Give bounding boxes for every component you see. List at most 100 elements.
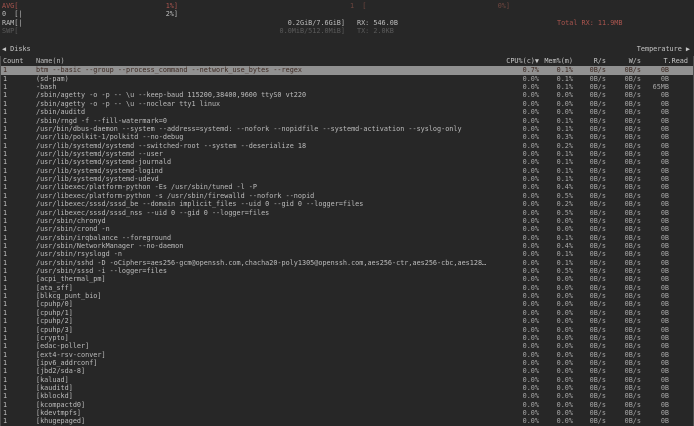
cell-rps: 0B/s [573,351,606,359]
cell-count: 1 [1,175,36,183]
process-row[interactable]: 1/usr/bin/dbus-daemon --system --address… [1,125,693,133]
process-row[interactable]: 1[ipv6_addrconf]0.0%0.0%0B/s0B/s0B [1,359,693,367]
cell-count: 1 [1,125,36,133]
process-row[interactable]: 1[cpuhp/2]0.0%0.0%0B/s0B/s0B [1,317,693,325]
cell-wps: 0B/s [606,317,641,325]
process-name: /usr/lib/systemd/systemd --user [36,150,489,158]
header-count[interactable]: Count [1,56,36,66]
cpu-core0-label: 0 [ [2,10,18,18]
process-row[interactable]: 1-bash0.0%0.1%0B/s0B/s65MB [1,83,693,91]
process-row[interactable]: 1[acpi_thermal_pm]0.0%0.0%0B/s0B/s0B [1,275,693,283]
process-name: /usr/lib/systemd/systemd-journald [36,158,489,166]
process-row[interactable]: 1/sbin/agetty -o -p -- \u --keep-baud 11… [1,91,693,99]
cell-cpu: 0.0% [489,392,539,400]
process-row[interactable]: 1/usr/sbin/sshd -D -oCiphers=aes256-gcm@… [1,259,693,267]
process-row[interactable]: 1[kblockd]0.0%0.0%0B/s0B/s0B [1,392,693,400]
process-row[interactable]: 1(sd-pam)0.0%0.1%0B/s0B/s0B [1,75,693,83]
header-cpu[interactable]: CPU%(c)▼ [489,56,539,66]
process-name: [kblockd] [36,392,489,400]
header-wps[interactable]: W/s [606,56,641,66]
cell-cpu: 0.0% [489,192,539,200]
cell-mem: 0.5% [539,192,573,200]
cell-wps: 0B/s [606,150,641,158]
cpu-avg-bar [18,2,165,10]
cell-rps: 0B/s [573,359,606,367]
process-row[interactable]: 1[ata_sff]0.0%0.0%0B/s0B/s0B [1,284,693,292]
cell-tread: 0B [641,217,669,225]
cell-tread: 0B [641,267,669,275]
nav-temperature[interactable]: Temperature ▶ [637,45,690,54]
process-row[interactable]: 1[khugepaged]0.0%0.0%0B/s0B/s0B [1,417,693,425]
header-mem[interactable]: Mem%(m) [539,56,573,66]
process-row[interactable]: 1/usr/libexec/sssd/sssd_nss --uid 0 --gi… [1,209,693,217]
process-row[interactable]: 1btm --basic --group --process_command -… [1,66,693,74]
cell-cpu: 0.0% [489,217,539,225]
process-row[interactable]: 1/usr/libexec/sssd/sssd_be --domain impl… [1,200,693,208]
cell-cpu: 0.0% [489,75,539,83]
cpu-core1-gauge: 1 [0%] [350,2,510,10]
header-rps[interactable]: R/s [573,56,606,66]
process-row[interactable]: 1[cpuhp/1]0.0%0.0%0B/s0B/s0B [1,309,693,317]
cell-rps: 0B/s [573,334,606,342]
process-row[interactable]: 1/usr/lib/systemd/systemd-journald0.0%0.… [1,158,693,166]
cell-rps: 0B/s [573,401,606,409]
process-row[interactable]: 1[edac-poller]0.0%0.0%0B/s0B/s0B [1,342,693,350]
cell-mem: 0.4% [539,242,573,250]
process-row[interactable]: 1/usr/sbin/crond -n0.0%0.0%0B/s0B/s0B [1,225,693,233]
process-row[interactable]: 1[kauditd]0.0%0.0%0B/s0B/s0B [1,384,693,392]
nav-disks[interactable]: ◀ Disks [2,45,31,54]
process-row[interactable]: 1/usr/sbin/sssd -i --logger=files0.0%0.5… [1,267,693,275]
cell-count: 1 [1,334,36,342]
process-row[interactable]: 1[jbd2/sda-8]0.0%0.0%0B/s0B/s0B [1,367,693,375]
process-row[interactable]: 1/usr/lib/systemd/systemd-logind0.0%0.1%… [1,167,693,175]
cell-mem: 0.0% [539,351,573,359]
process-row[interactable]: 1/usr/lib/systemd/systemd-udevd0.0%0.1%0… [1,175,693,183]
cell-tread: 0B [641,250,669,258]
process-name: /usr/sbin/rsyslogd -n [36,250,489,258]
process-name: /usr/sbin/NetworkManager --no-daemon [36,242,489,250]
cell-count: 1 [1,326,36,334]
cell-wps: 0B/s [606,91,641,99]
cell-cpu: 0.0% [489,242,539,250]
process-row[interactable]: 1/usr/sbin/NetworkManager --no-daemon0.0… [1,242,693,250]
cell-tread: 0B [641,133,669,141]
process-row[interactable]: 1[cpuhp/0]0.0%0.0%0B/s0B/s0B [1,300,693,308]
cell-cpu: 0.0% [489,334,539,342]
process-row[interactable]: 1/usr/lib/polkit-1/polkitd --no-debug0.0… [1,133,693,141]
cell-rps: 0B/s [573,250,606,258]
process-table: CountName(n)CPU%(c)▼Mem%(m)R/sW/sT.Read … [0,56,694,426]
process-row[interactable]: 1/usr/sbin/chronyd0.0%0.0%0B/s0B/s0B [1,217,693,225]
cell-rps: 0B/s [573,225,606,233]
cell-rps: 0B/s [573,376,606,384]
cell-cpu: 0.0% [489,209,539,217]
process-row[interactable]: 1/sbin/auditd0.0%0.0%0B/s0B/s0B [1,108,693,116]
process-row[interactable]: 1[kdevtmpfs]0.0%0.0%0B/s0B/s0B [1,409,693,417]
process-row[interactable]: 1[ext4-rsv-conver]0.0%0.0%0B/s0B/s0B [1,351,693,359]
cell-cpu: 0.0% [489,167,539,175]
cell-rps: 0B/s [573,133,606,141]
process-row[interactable]: 1/usr/lib/systemd/systemd --switched-roo… [1,142,693,150]
process-row[interactable]: 1/usr/sbin/rsyslogd -n0.0%0.1%0B/s0B/s0B [1,250,693,258]
process-row[interactable]: 1/usr/sbin/irqbalance --foreground0.0%0.… [1,234,693,242]
cell-tread: 0B [641,401,669,409]
cell-mem: 0.0% [539,100,573,108]
cell-rps: 0B/s [573,125,606,133]
process-row[interactable]: 1/sbin/agetty -o -p -- \u --noclear tty1… [1,100,693,108]
cell-wps: 0B/s [606,217,641,225]
process-table-header: CountName(n)CPU%(c)▼Mem%(m)R/sW/sT.Read [1,56,693,66]
process-row[interactable]: 1[kcompactd0]0.0%0.0%0B/s0B/s0B [1,401,693,409]
process-row[interactable]: 1/usr/libexec/platform-python -Es /usr/s… [1,183,693,191]
cell-wps: 0B/s [606,309,641,317]
cell-mem: 0.1% [539,158,573,166]
cell-tread: 0B [641,376,669,384]
process-row[interactable]: 1/usr/libexec/platform-python -s /usr/sb… [1,192,693,200]
process-row[interactable]: 1[cpuhp/3]0.0%0.0%0B/s0B/s0B [1,326,693,334]
process-row[interactable]: 1[blkcg_punt_bio]0.0%0.0%0B/s0B/s0B [1,292,693,300]
cell-rps: 0B/s [573,242,606,250]
process-row[interactable]: 1/sbin/rngd -f --fill-watermark=00.0%0.1… [1,117,693,125]
process-row[interactable]: 1[kaluad]0.0%0.0%0B/s0B/s0B [1,376,693,384]
header-tread[interactable]: T.Read [641,56,688,66]
header-name[interactable]: Name(n) [36,56,489,66]
process-row[interactable]: 1[crypto]0.0%0.0%0B/s0B/s0B [1,334,693,342]
process-row[interactable]: 1/usr/lib/systemd/systemd --user0.0%0.1%… [1,150,693,158]
